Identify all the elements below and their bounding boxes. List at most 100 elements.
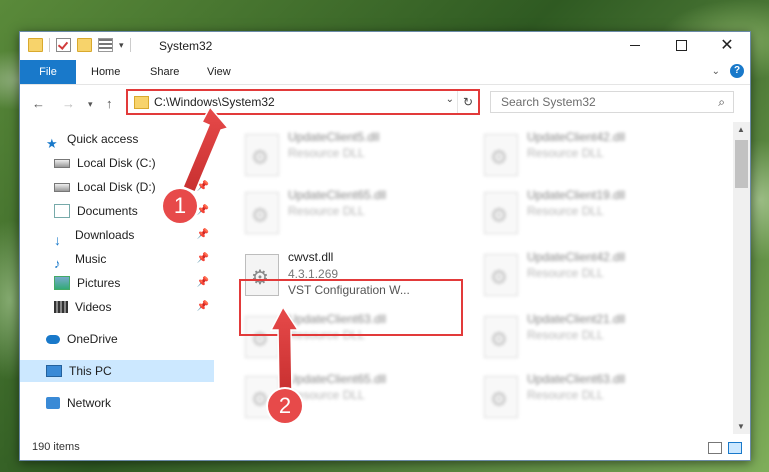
file-description: Resource DLL xyxy=(527,146,604,160)
forward-arrow-icon[interactable]: → xyxy=(62,96,75,111)
sidebar-item-label: Music xyxy=(75,252,107,266)
dll-file-icon xyxy=(484,376,518,418)
pin-icon: 📌 xyxy=(196,205,209,216)
tab-home[interactable]: Home xyxy=(91,60,120,84)
scroll-up-icon[interactable]: ▲ xyxy=(737,125,745,134)
dll-file-icon xyxy=(484,134,518,176)
close-button[interactable]: ✕ xyxy=(704,32,750,59)
maximize-icon xyxy=(675,40,687,51)
pin-icon: 📌 xyxy=(196,157,209,168)
minimize-button[interactable] xyxy=(612,32,658,59)
scroll-down-icon[interactable]: ▼ xyxy=(737,422,745,431)
details-view-icon[interactable] xyxy=(708,442,722,454)
file-list: UpdateClient5.dll Resource DLL UpdateCli… xyxy=(216,122,730,432)
address-path[interactable]: C:\Windows\System32 xyxy=(154,95,275,109)
back-arrow-icon[interactable]: ← xyxy=(32,96,45,111)
file-item[interactable]: UpdateClient5.dll Resource DLL xyxy=(241,128,471,184)
file-name: cwvst.dll xyxy=(288,250,334,264)
refresh-icon[interactable]: ↻ xyxy=(457,91,478,113)
file-item[interactable]: UpdateClient63.dll Resource DLL xyxy=(480,370,710,426)
file-name: UpdateClient19.dll xyxy=(527,188,626,202)
up-arrow-icon[interactable]: ↑ xyxy=(106,96,113,111)
sidebar-item-label: Local Disk (D:) xyxy=(77,180,156,194)
sidebar-item-quick-access[interactable]: ★ Quick access xyxy=(46,128,139,151)
customize-icon[interactable] xyxy=(98,38,113,52)
window-title: System32 xyxy=(159,39,213,53)
dll-file-icon xyxy=(245,134,279,176)
file-description: Resource DLL xyxy=(527,328,604,342)
file-name: UpdateClient65.dll xyxy=(288,372,387,386)
folder-icon xyxy=(134,96,149,109)
scrollbar-thumb[interactable] xyxy=(735,140,748,188)
tab-share[interactable]: Share xyxy=(150,60,179,84)
step-badge-1: 1 xyxy=(163,189,197,223)
item-count: 190 items xyxy=(32,441,80,453)
sidebar-item-label: Videos xyxy=(75,300,112,314)
title-bar: ▾ System32 ✕ xyxy=(20,32,750,59)
new-folder-icon[interactable] xyxy=(77,38,92,52)
file-description: Resource DLL xyxy=(288,146,365,160)
star-icon: ★ xyxy=(46,136,58,151)
file-item[interactable]: UpdateClient42.dll Resource DLL xyxy=(480,128,710,184)
search-input[interactable]: Search System32 ⌕ xyxy=(490,91,734,113)
file-item[interactable]: UpdateClient19.dll Resource DLL xyxy=(480,186,710,242)
file-name: UpdateClient65.dll xyxy=(288,188,387,202)
chevron-down-icon[interactable]: ▾ xyxy=(119,40,124,51)
file-description: Resource DLL xyxy=(527,266,604,280)
sidebar-item-label: Quick access xyxy=(67,132,139,146)
sidebar-item-network[interactable]: Network xyxy=(46,392,111,414)
sidebar-item-label: This PC xyxy=(69,364,112,378)
chevron-down-icon[interactable]: ⌄ xyxy=(446,94,454,105)
tab-view[interactable]: View xyxy=(207,60,231,84)
sidebar-item-videos[interactable]: Videos 📌 xyxy=(54,296,214,318)
computer-icon xyxy=(46,365,62,377)
sidebar-item-onedrive[interactable]: OneDrive xyxy=(46,328,118,350)
sidebar-item-local-disk-c[interactable]: Local Disk (C:) 📌 xyxy=(54,152,214,174)
divider xyxy=(49,38,50,52)
file-name: UpdateClient63.dll xyxy=(527,372,626,386)
file-name: UpdateClient5.dll xyxy=(288,130,380,144)
help-icon[interactable]: ? xyxy=(730,64,744,78)
tab-file[interactable]: File xyxy=(20,60,76,84)
dll-file-icon xyxy=(484,192,518,234)
navigation-bar: ← → ▾ ↑ C:\Windows\System32 ⌄ ↻ Search S… xyxy=(20,88,750,118)
file-highlight-box xyxy=(239,279,463,336)
sidebar-item-pictures[interactable]: Pictures 📌 xyxy=(54,272,214,294)
file-description: Resource DLL xyxy=(288,204,365,218)
quick-access-toolbar: ▾ xyxy=(28,38,131,52)
dll-file-icon xyxy=(484,316,518,358)
cloud-icon xyxy=(46,334,60,344)
sidebar-item-label: Downloads xyxy=(75,228,135,242)
properties-check-icon[interactable] xyxy=(56,38,71,52)
pin-icon: 📌 xyxy=(196,181,209,192)
minimize-icon xyxy=(630,45,640,46)
navigation-pane: ★ Quick access Local Disk (C:) 📌 Local D… xyxy=(20,122,214,422)
recent-locations-chevron-icon[interactable]: ▾ xyxy=(88,99,93,110)
close-icon: ✕ xyxy=(720,36,734,54)
file-name: UpdateClient42.dll xyxy=(527,130,626,144)
status-bar: 190 items xyxy=(20,436,750,460)
pin-icon: 📌 xyxy=(196,253,209,264)
search-icon: ⌕ xyxy=(718,95,725,109)
sidebar-item-this-pc[interactable]: This PC xyxy=(46,360,112,382)
sidebar-item-music[interactable]: ♪ Music 📌 xyxy=(54,248,214,271)
network-icon xyxy=(46,397,60,409)
download-arrow-icon: ↓ xyxy=(54,232,61,248)
file-item[interactable]: UpdateClient21.dll Resource DLL xyxy=(480,310,710,366)
ribbon-tabs: File Home Share View ⌄ ? xyxy=(20,60,750,85)
divider xyxy=(129,38,131,52)
expand-ribbon-chevron-icon[interactable]: ⌄ xyxy=(712,66,720,77)
sidebar-item-label: OneDrive xyxy=(67,332,118,346)
pin-icon: 📌 xyxy=(196,277,209,288)
sidebar-item-label: Pictures xyxy=(77,276,121,290)
vertical-scrollbar[interactable]: ▲ ▼ xyxy=(733,122,750,434)
drive-icon xyxy=(54,158,70,168)
sidebar-item-downloads[interactable]: ↓ Downloads 📌 xyxy=(54,224,214,248)
step-badge-2: 2 xyxy=(268,389,302,423)
large-icons-view-icon[interactable] xyxy=(728,442,742,454)
music-note-icon: ♪ xyxy=(54,256,61,271)
address-bar[interactable]: C:\Windows\System32 ⌄ ↻ xyxy=(126,89,480,115)
file-item[interactable]: UpdateClient65.dll Resource DLL xyxy=(241,186,471,242)
maximize-button[interactable] xyxy=(658,32,704,59)
file-item[interactable]: UpdateClient42.dll Resource DLL xyxy=(480,248,710,304)
